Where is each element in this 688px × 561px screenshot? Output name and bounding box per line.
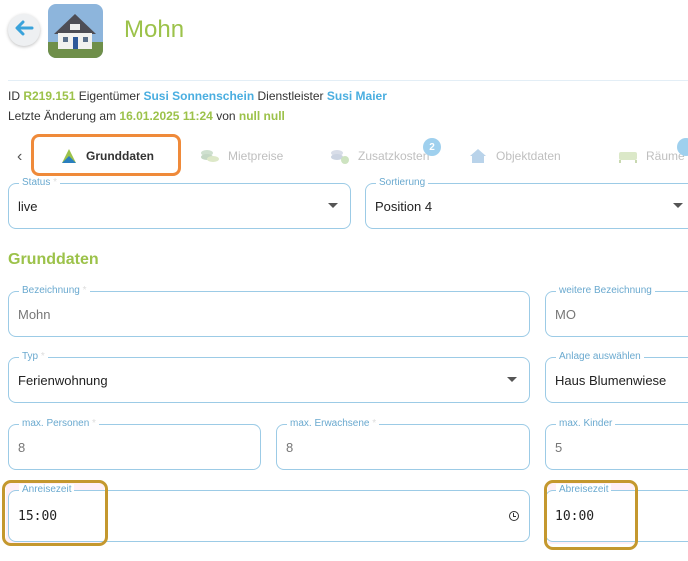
caret-down-icon xyxy=(507,377,517,382)
typ-select[interactable]: Typ * Ferienwohnung xyxy=(8,351,530,403)
caret-down-icon xyxy=(328,203,338,208)
anlage-select[interactable]: Anlage auswählen Haus Blumenwiese xyxy=(545,351,688,403)
zusatzkosten-count-badge: 2 xyxy=(423,138,441,156)
meta-line-ids: ID R219.151 Eigentümer Susi Sonnenschein… xyxy=(8,89,387,103)
sorting-select[interactable]: Sortierung Position 4 xyxy=(365,177,688,229)
status-select[interactable]: Status * live xyxy=(8,177,351,229)
owner-link[interactable]: Susi Sonnenschein xyxy=(143,89,254,103)
changed-date: 16.01.2025 11:24 xyxy=(119,109,213,123)
abreise-highlight xyxy=(544,480,638,550)
provider-link[interactable]: Susi Maier xyxy=(327,89,387,103)
tab-raeume[interactable]: Räume xyxy=(618,138,685,174)
caret-down-icon xyxy=(673,203,683,208)
bed-icon xyxy=(618,148,638,164)
coins-icon xyxy=(200,149,220,163)
meta-line-changed: Letzte Änderung am 16.01.2025 11:24 von … xyxy=(8,109,285,123)
max-kinder-field[interactable]: max. Kinder 5 xyxy=(545,418,688,470)
tab-objektdaten[interactable]: Objektdaten xyxy=(468,138,561,174)
coins-plus-icon xyxy=(330,148,350,164)
tabs-prev-button[interactable]: ‹ xyxy=(17,148,22,166)
max-personen-field[interactable]: max. Personen * 8 xyxy=(8,418,261,470)
page-title: Mohn xyxy=(124,16,185,43)
anreise-highlight xyxy=(2,480,108,546)
changed-by: null null xyxy=(238,109,285,123)
section-title: Grunddaten xyxy=(8,251,99,268)
max-erwachsene-field[interactable]: max. Erwachsene * 8 xyxy=(276,418,530,470)
bezeichnung-field[interactable]: Bezeichnung * Mohn xyxy=(8,285,530,337)
grunddaten-tab-highlight xyxy=(31,134,181,176)
house-icon xyxy=(468,147,488,165)
weitere-bezeichnung-field[interactable]: weitere Bezeichnung MO xyxy=(545,285,688,337)
tab-zusatzkosten[interactable]: Zusatzkosten xyxy=(330,138,429,174)
tab-mietpreise[interactable]: Mietpreise xyxy=(200,138,283,174)
arrow-left-icon xyxy=(14,20,34,41)
property-thumbnail xyxy=(48,4,103,58)
chevron-left-icon: ‹ xyxy=(17,148,23,165)
sorting-value: Position 4 xyxy=(375,198,433,214)
clock-icon[interactable] xyxy=(509,511,519,521)
object-id: R219.151 xyxy=(23,89,76,103)
raeume-badge xyxy=(677,138,688,156)
back-button[interactable] xyxy=(8,14,40,46)
status-value: live xyxy=(18,198,38,214)
divider xyxy=(8,80,688,81)
